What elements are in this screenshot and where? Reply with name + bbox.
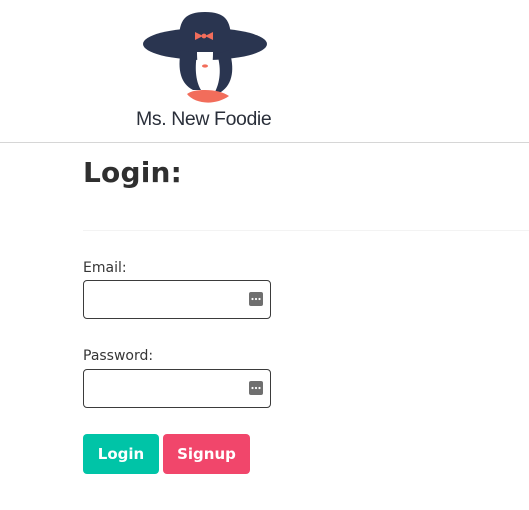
email-label: Email: — [83, 260, 127, 276]
divider — [83, 230, 529, 231]
login-button[interactable]: Login — [83, 434, 159, 474]
brand-logo[interactable]: Ms. New Foodie — [136, 6, 276, 132]
page-title: Login: — [83, 156, 183, 189]
woman-with-hat-logo-icon — [143, 12, 267, 103]
signup-button[interactable]: Signup — [163, 434, 250, 474]
brand-name: Ms. New Foodie — [136, 108, 272, 130]
password-manager-icon[interactable] — [249, 381, 263, 395]
email-field[interactable] — [84, 281, 250, 316]
email-field-wrapper — [83, 280, 271, 319]
password-field-wrapper — [83, 369, 271, 408]
password-field[interactable] — [84, 370, 250, 405]
password-manager-icon[interactable] — [249, 292, 263, 306]
site-header: Ms. New Foodie — [0, 0, 529, 143]
password-label: Password: — [83, 348, 154, 364]
